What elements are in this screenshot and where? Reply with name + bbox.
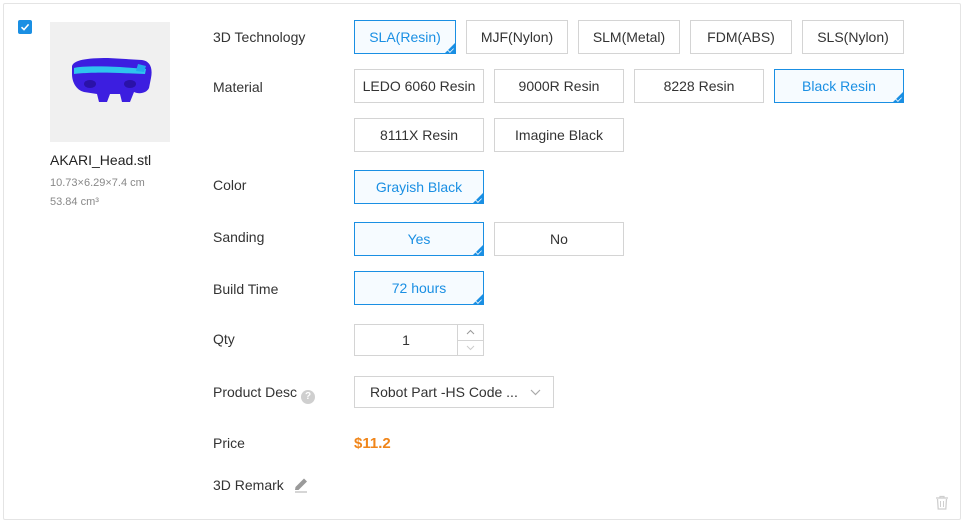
- technology-option-slm[interactable]: SLM(Metal): [578, 20, 680, 54]
- price-label: Price: [213, 435, 245, 451]
- material-option-ledo-6060[interactable]: LEDO 6060 Resin: [354, 69, 484, 103]
- material-option-imagine-black[interactable]: Imagine Black: [494, 118, 624, 152]
- color-label: Color: [213, 177, 247, 193]
- technology-option-fdm[interactable]: FDM(ABS): [690, 20, 792, 54]
- chevron-down-icon: [530, 389, 541, 395]
- remark-label: 3D Remark: [213, 477, 284, 493]
- quantity-increment-button[interactable]: [458, 325, 483, 341]
- item-checkbox[interactable]: [18, 20, 32, 34]
- material-option-black-resin[interactable]: Black Resin: [774, 69, 904, 103]
- help-icon[interactable]: ?: [301, 390, 316, 404]
- sanding-option-no[interactable]: No: [494, 222, 624, 256]
- product-desc-value: Robot Part -HS Code ...: [370, 384, 518, 400]
- material-option-8111x[interactable]: 8111X Resin: [354, 118, 484, 152]
- file-dimensions: 10.73×6.29×7.4 cm: [50, 177, 145, 189]
- pencil-icon[interactable]: [292, 476, 310, 494]
- material-option-9000r[interactable]: 9000R Resin: [494, 69, 624, 103]
- model-thumbnail[interactable]: [50, 22, 170, 142]
- technology-option-mjf[interactable]: MJF(Nylon): [466, 20, 568, 54]
- quantity-decrement-button[interactable]: [458, 341, 483, 356]
- material-label: Material: [213, 79, 263, 95]
- product-desc-label: Product Desc?: [213, 384, 316, 404]
- build-time-option-72h[interactable]: 72 hours: [354, 271, 484, 305]
- technology-label: 3D Technology: [213, 29, 306, 45]
- quantity-stepper[interactable]: 1: [354, 324, 484, 356]
- quantity-arrows: [457, 325, 483, 355]
- color-option-grayish-black[interactable]: Grayish Black: [354, 170, 484, 204]
- caret-down-icon: [466, 345, 475, 350]
- file-volume: 53.84 cm³: [50, 196, 99, 208]
- technology-option-sls[interactable]: SLS(Nylon): [802, 20, 904, 54]
- quantity-input[interactable]: 1: [355, 325, 457, 355]
- build-time-label: Build Time: [213, 281, 279, 297]
- sanding-label: Sanding: [213, 229, 265, 245]
- file-name: AKARI_Head.stl: [50, 152, 152, 168]
- qty-label: Qty: [213, 331, 235, 347]
- model-preview: [72, 58, 152, 102]
- trash-icon[interactable]: [935, 495, 949, 510]
- technology-option-sla[interactable]: SLA(Resin): [354, 20, 456, 54]
- price-value: $11.2: [354, 435, 391, 452]
- caret-up-icon: [466, 330, 475, 335]
- sanding-option-yes[interactable]: Yes: [354, 222, 484, 256]
- check-icon: [20, 23, 30, 31]
- material-option-8228[interactable]: 8228 Resin: [634, 69, 764, 103]
- product-desc-select[interactable]: Robot Part -HS Code ...: [354, 376, 554, 408]
